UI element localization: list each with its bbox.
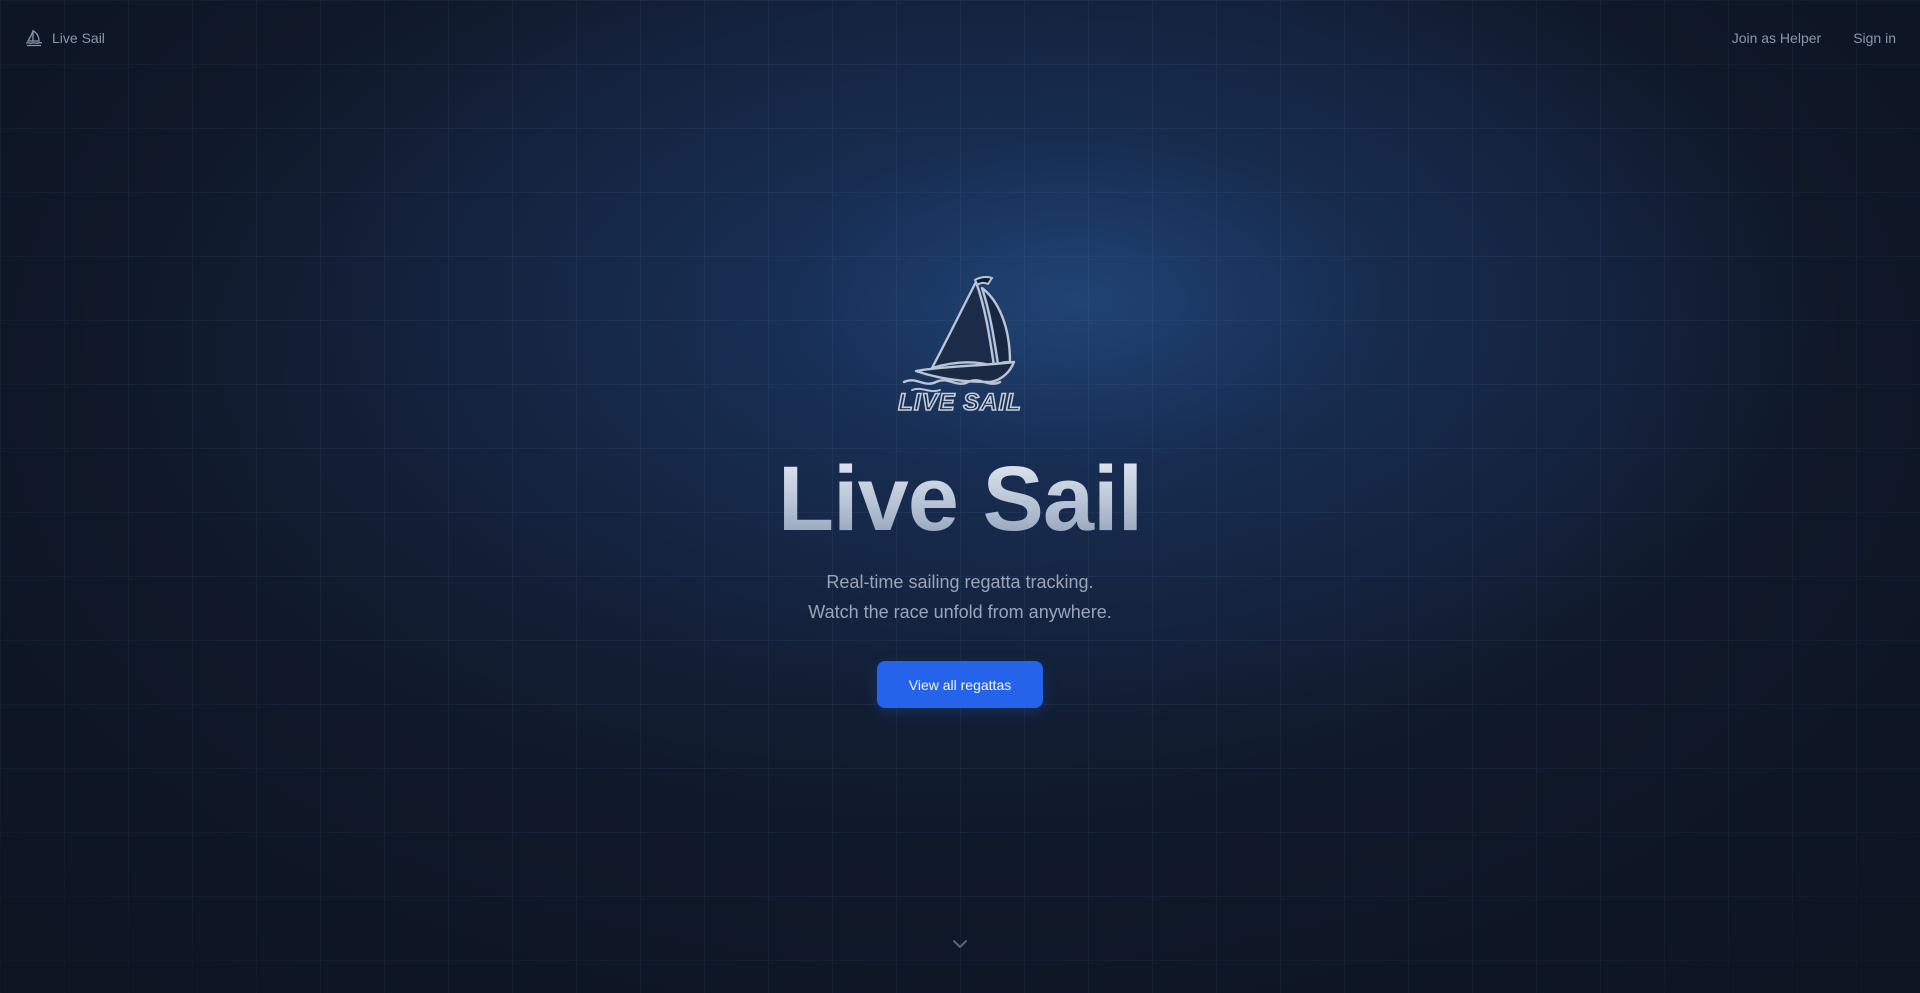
landing-page: Live Sail Join as Helper Sign in LIVE SA… <box>0 0 1920 993</box>
view-all-regattas-button[interactable]: View all regattas <box>877 661 1043 708</box>
brand-label: Live Sail <box>52 30 105 46</box>
top-nav: Live Sail Join as Helper Sign in <box>0 0 1920 76</box>
tagline: Real-time sailing regatta tracking. Watc… <box>808 567 1111 627</box>
join-as-helper-link[interactable]: Join as Helper <box>1732 30 1822 46</box>
sailboat-logo: LIVE SAIL <box>897 275 1022 415</box>
nav-links: Join as Helper Sign in <box>1732 30 1896 46</box>
tagline-line-2: Watch the race unfold from anywhere. <box>808 602 1112 622</box>
sign-in-link[interactable]: Sign in <box>1853 30 1896 46</box>
tagline-line-1: Real-time sailing regatta tracking. <box>826 572 1094 592</box>
hero-section: LIVE SAIL Live Sail Real-time sailing re… <box>0 270 1920 708</box>
brand-link[interactable]: Live Sail <box>24 28 105 48</box>
chevron-down-icon[interactable] <box>951 937 969 951</box>
page-title: Live Sail <box>777 448 1143 550</box>
sailboat-icon <box>24 28 44 48</box>
logo-text: LIVE SAIL <box>898 389 1022 415</box>
